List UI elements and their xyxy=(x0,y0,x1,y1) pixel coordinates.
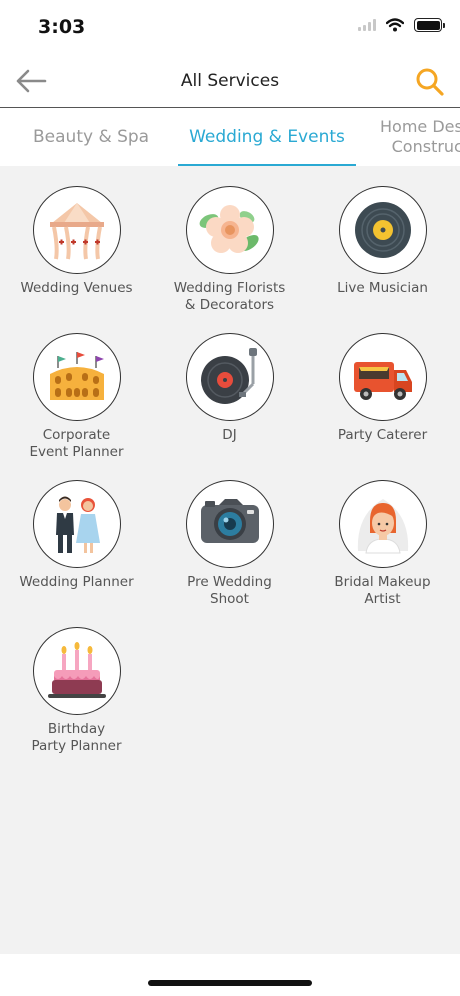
service-label: Live Musician xyxy=(337,280,428,296)
service-label: DJ xyxy=(222,427,237,443)
tab-wedding-events[interactable]: Wedding & Events xyxy=(178,108,356,166)
wifi-icon xyxy=(386,18,404,32)
status-time: 3:03 xyxy=(38,16,86,38)
service-label: Bridal Makeup Artist xyxy=(334,574,431,607)
service-dj[interactable]: DJ xyxy=(153,333,306,444)
bride-groom-icon xyxy=(55,496,100,553)
service-corporate-event-planner[interactable]: Corporate Event Planner xyxy=(0,333,153,461)
page-title: All Services xyxy=(180,71,280,91)
tab-home-design[interactable]: Home Design & Construction xyxy=(380,117,460,157)
navigation-bar: All Services xyxy=(0,56,460,108)
colosseum-icon xyxy=(49,352,104,400)
service-label: Party Caterer xyxy=(337,427,428,443)
tab-home-design-label: Home Design & Construction xyxy=(380,117,460,156)
tab-beauty-spa[interactable]: Beauty & Spa xyxy=(33,127,149,147)
service-label: Wedding Venues xyxy=(20,280,133,296)
service-bridal-makeup-artist[interactable]: Bridal Makeup Artist xyxy=(306,480,459,608)
status-bar: 3:03 xyxy=(0,0,460,56)
service-pre-wedding-shoot[interactable]: Pre Wedding Shoot xyxy=(153,480,306,608)
birthday-cake-icon xyxy=(47,642,106,698)
search-button[interactable] xyxy=(414,66,446,98)
service-wedding-venues[interactable]: Wedding Venues xyxy=(0,186,153,297)
services-grid: Wedding Venues Wedding Florists & Decora… xyxy=(0,166,460,954)
category-tabs: Beauty & Spa Wedding & Events Home Desig… xyxy=(0,108,460,166)
flower-icon xyxy=(199,205,259,253)
service-label: Birthday Party Planner xyxy=(31,721,122,754)
service-party-caterer[interactable]: Party Caterer xyxy=(306,333,459,444)
service-birthday-party-planner[interactable]: Birthday Party Planner xyxy=(0,627,153,755)
camera-icon xyxy=(200,499,259,543)
service-label: Wedding Florists & Decorators xyxy=(173,280,286,313)
app-screen: 3:03 All Services Beauty & Spa Wedding &… xyxy=(0,0,460,996)
search-icon xyxy=(416,68,444,96)
service-label: Wedding Planner xyxy=(19,574,134,590)
bottom-safe-area xyxy=(0,954,460,996)
service-live-musician[interactable]: Live Musician xyxy=(306,186,459,297)
service-label: Pre Wedding Shoot xyxy=(187,574,272,607)
battery-icon xyxy=(414,18,445,32)
status-icons xyxy=(358,18,445,32)
service-wedding-planner[interactable]: Wedding Planner xyxy=(0,480,153,591)
bride-icon xyxy=(357,499,408,554)
service-label: Corporate Event Planner xyxy=(29,427,124,460)
service-wedding-florists[interactable]: Wedding Florists & Decorators xyxy=(153,186,306,314)
turntable-icon xyxy=(200,348,257,404)
wedding-tent-icon xyxy=(49,203,104,260)
food-truck-icon xyxy=(353,362,412,400)
vinyl-record-icon xyxy=(354,202,411,258)
home-indicator[interactable] xyxy=(148,980,312,986)
cellular-signal-icon xyxy=(358,19,376,31)
